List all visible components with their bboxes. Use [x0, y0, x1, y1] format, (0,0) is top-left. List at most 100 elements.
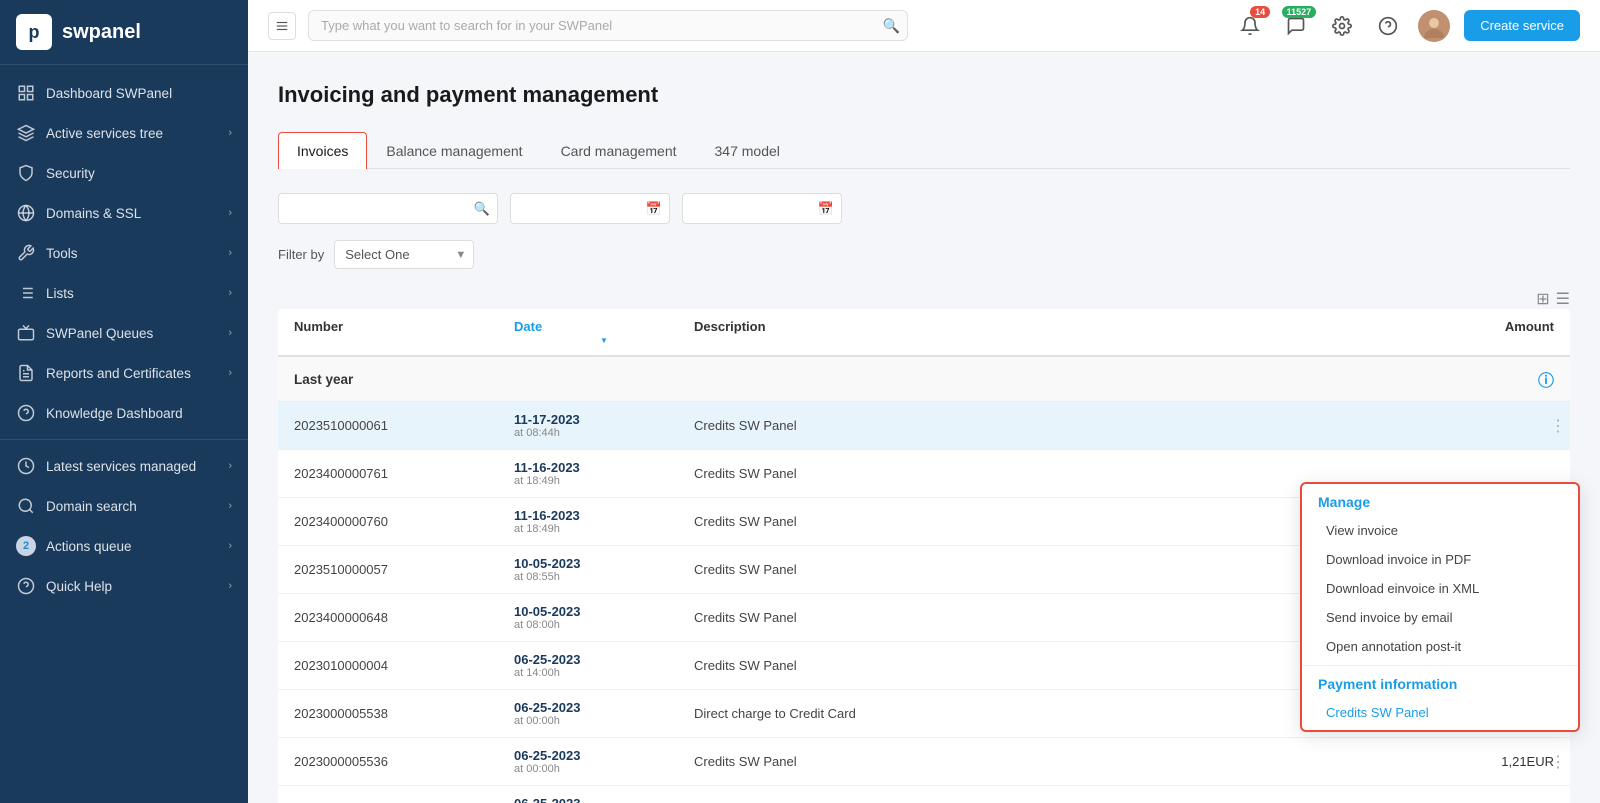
layers-icon [16, 123, 36, 143]
col-date[interactable]: Date [514, 319, 694, 345]
row-number: 2023400000648 [294, 610, 514, 625]
filter-by-label: Filter by [278, 247, 324, 262]
row-actions-button[interactable]: ⋮ [1550, 752, 1566, 772]
search-bar: 🔍 [308, 10, 908, 41]
calendar-icon: 📅 [646, 201, 662, 217]
sidebar-item-label: Domains & SSL [46, 206, 141, 221]
search-filter-wrap: 🔍 [278, 193, 498, 224]
create-service-button[interactable]: Create service [1464, 10, 1580, 41]
sidebar-item-security[interactable]: Security [0, 153, 248, 193]
row-actions-button[interactable]: ⋮ [1550, 800, 1566, 803]
clock-icon [16, 456, 36, 476]
chevron-right-icon: › [228, 327, 232, 339]
table-head: Number Date Description Amount [278, 309, 1570, 357]
main-area: 🔍 14 11527 [248, 0, 1600, 803]
divider [0, 439, 248, 440]
logo-area[interactable]: p swpanel [0, 0, 248, 65]
grid-icon [16, 83, 36, 103]
date-from-wrap: 📅 [510, 193, 670, 224]
chevron-right-icon: › [228, 460, 232, 472]
search-icon[interactable]: 🔍 [883, 17, 900, 34]
dropdown-credits-sw[interactable]: Credits SW Panel [1302, 698, 1578, 730]
table-row[interactable]: 2023000005536 06-25-2023 at 00:00h Credi… [278, 738, 1570, 786]
dropdown-annotation[interactable]: Open annotation post-it [1302, 632, 1578, 661]
sidebar-item-lists[interactable]: Lists › [0, 273, 248, 313]
notifications-button[interactable]: 14 [1234, 10, 1266, 42]
sidebar-item-dashboard[interactable]: Dashboard SWPanel [0, 73, 248, 113]
sidebar-item-domains[interactable]: Domains & SSL › [0, 193, 248, 233]
settings-button[interactable] [1326, 10, 1358, 42]
queue-icon [16, 323, 36, 343]
messages-button[interactable]: 11527 [1280, 10, 1312, 42]
file-text-icon [16, 363, 36, 383]
table-view-icons: ⊞ ☰ [1536, 289, 1570, 309]
row-description: Credits SW Panel [694, 514, 1394, 529]
search-icon [16, 496, 36, 516]
sidebar-item-tools[interactable]: Tools › [0, 233, 248, 273]
row-description: Direct charge to Credit Card [694, 706, 1394, 721]
dropdown-manage-title: Manage [1302, 484, 1578, 516]
tab-invoices[interactable]: Invoices [278, 132, 367, 169]
help-button[interactable] [1372, 10, 1404, 42]
col-number: Number [294, 319, 514, 345]
avatar[interactable] [1418, 10, 1450, 42]
sidebar-item-label: Latest services managed [46, 459, 196, 474]
row-actions-button[interactable]: ⋮ [1550, 416, 1566, 436]
table-row[interactable]: 2023510000061 11-17-2023 at 08:44h Credi… [278, 402, 1570, 450]
list-icon [16, 283, 36, 303]
sidebar-item-actions-queue[interactable]: 2 Actions queue › [0, 526, 248, 566]
chevron-right-icon: › [228, 287, 232, 299]
sidebar-item-active-services[interactable]: Active services tree › [0, 113, 248, 153]
row-date: 10-05-2023 at 08:00h [514, 604, 694, 631]
sidebar-item-quick-help[interactable]: Quick Help › [0, 566, 248, 606]
row-description: Credits SW Panel [694, 466, 1394, 481]
sidebar-item-label: Actions queue [46, 539, 132, 554]
sidebar-item-label: Reports and Certificates [46, 366, 191, 381]
tab-card[interactable]: Card management [542, 132, 696, 169]
topbar-right: 14 11527 [1234, 10, 1580, 42]
sidebar-item-reports[interactable]: Reports and Certificates › [0, 353, 248, 393]
table-row[interactable]: 2023000005534 06-25-2023 at 00:00h Credi… [278, 786, 1570, 803]
search-input[interactable] [308, 10, 908, 41]
chevron-right-icon: › [228, 207, 232, 219]
row-amount: 1,21EUR [1394, 754, 1554, 769]
dropdown-payment-title: Payment information [1302, 670, 1578, 698]
notification-badge: 14 [1250, 6, 1270, 18]
filter-by-select[interactable]: Select One [334, 240, 474, 269]
row-actions-dropdown: Manage View invoice Download invoice in … [1300, 482, 1580, 732]
dropdown-view-invoice[interactable]: View invoice [1302, 516, 1578, 545]
sidebar-item-knowledge[interactable]: Knowledge Dashboard [0, 393, 248, 433]
row-number: 2023510000057 [294, 562, 514, 577]
row-date: 11-16-2023 at 18:49h [514, 460, 694, 487]
sidebar-item-label: Lists [46, 286, 74, 301]
tab-balance[interactable]: Balance management [367, 132, 541, 169]
chevron-right-icon: › [228, 367, 232, 379]
list-view-icon[interactable]: ☰ [1556, 289, 1570, 309]
sidebar-item-label: Dashboard SWPanel [46, 86, 172, 101]
sidebar-item-label: Tools [46, 246, 78, 261]
section-label: Last year [294, 372, 353, 387]
section-toggle-icon[interactable]: ⓘ [1538, 367, 1554, 391]
grid-view-icon[interactable]: ⊞ [1536, 289, 1549, 309]
sidebar-item-domain-search[interactable]: Domain search › [0, 486, 248, 526]
dropdown-send-email[interactable]: Send invoice by email [1302, 603, 1578, 632]
wrench-icon [16, 243, 36, 263]
row-description: Credits SW Panel [694, 754, 1394, 769]
search-filter-input[interactable] [278, 193, 498, 224]
chevron-right-icon: › [228, 540, 232, 552]
tab-347model[interactable]: 347 model [696, 132, 799, 169]
row-date: 06-25-2023 at 00:00h [514, 748, 694, 775]
row-number: 2023000005536 [294, 754, 514, 769]
sidebar-item-queues[interactable]: SWPanel Queues › [0, 313, 248, 353]
sidebar-item-label: Domain search [46, 499, 137, 514]
tab-bar: Invoices Balance management Card managem… [278, 132, 1570, 169]
row-number: 2023400000760 [294, 514, 514, 529]
dropdown-download-pdf[interactable]: Download invoice in PDF [1302, 545, 1578, 574]
sidebar-toggle-button[interactable] [268, 12, 296, 40]
page-title: Invoicing and payment management [278, 82, 1570, 108]
sidebar-item-latest-services[interactable]: Latest services managed › [0, 446, 248, 486]
dropdown-download-xml[interactable]: Download einvoice in XML [1302, 574, 1578, 603]
sidebar: p swpanel Dashboard SWPanel Activ [0, 0, 248, 803]
sidebar-item-label: Knowledge Dashboard [46, 406, 183, 421]
table-header-row: ⊞ ☰ [278, 289, 1570, 309]
